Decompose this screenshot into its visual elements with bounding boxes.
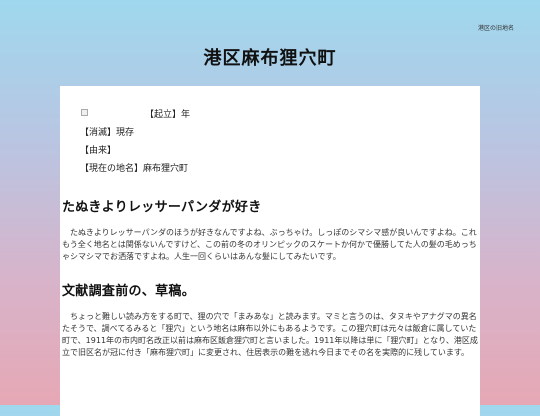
place-info: 【起立】年 【消滅】現存 【由来】 【現在の地名】麻布狸穴町 [80, 106, 480, 178]
old-place-names-link[interactable]: 港区の旧地名 [478, 23, 514, 32]
section-text-draft: ちょっと難しい読み方をする町で、狸の穴で「まみあな」と読みます。マミと言うのは、… [62, 312, 478, 357]
info-established: 【起立】年 [145, 110, 191, 120]
info-current-name: 【現在の地名】麻布狸穴町 [80, 164, 189, 174]
section-text-red-panda: たぬきよりレッサーパンダのほうが好きなんですよね、ぶっちゃけ。しっぽのシマシマ感… [62, 228, 477, 261]
info-abolished: 【消滅】現存 [80, 128, 135, 138]
page-title: 港区麻布狸穴町 [203, 48, 337, 69]
broken-image-icon [81, 109, 88, 116]
section-heading-red-panda: たぬきよりレッサーパンダが好き [62, 200, 262, 215]
info-origin: 【由来】 [80, 146, 117, 156]
main-content: 【起立】年 【消滅】現存 【由来】 【現在の地名】麻布狸穴町 たぬきよりレッサー… [60, 86, 480, 416]
section-heading-draft: 文献調査前の、草稿。 [62, 284, 196, 299]
